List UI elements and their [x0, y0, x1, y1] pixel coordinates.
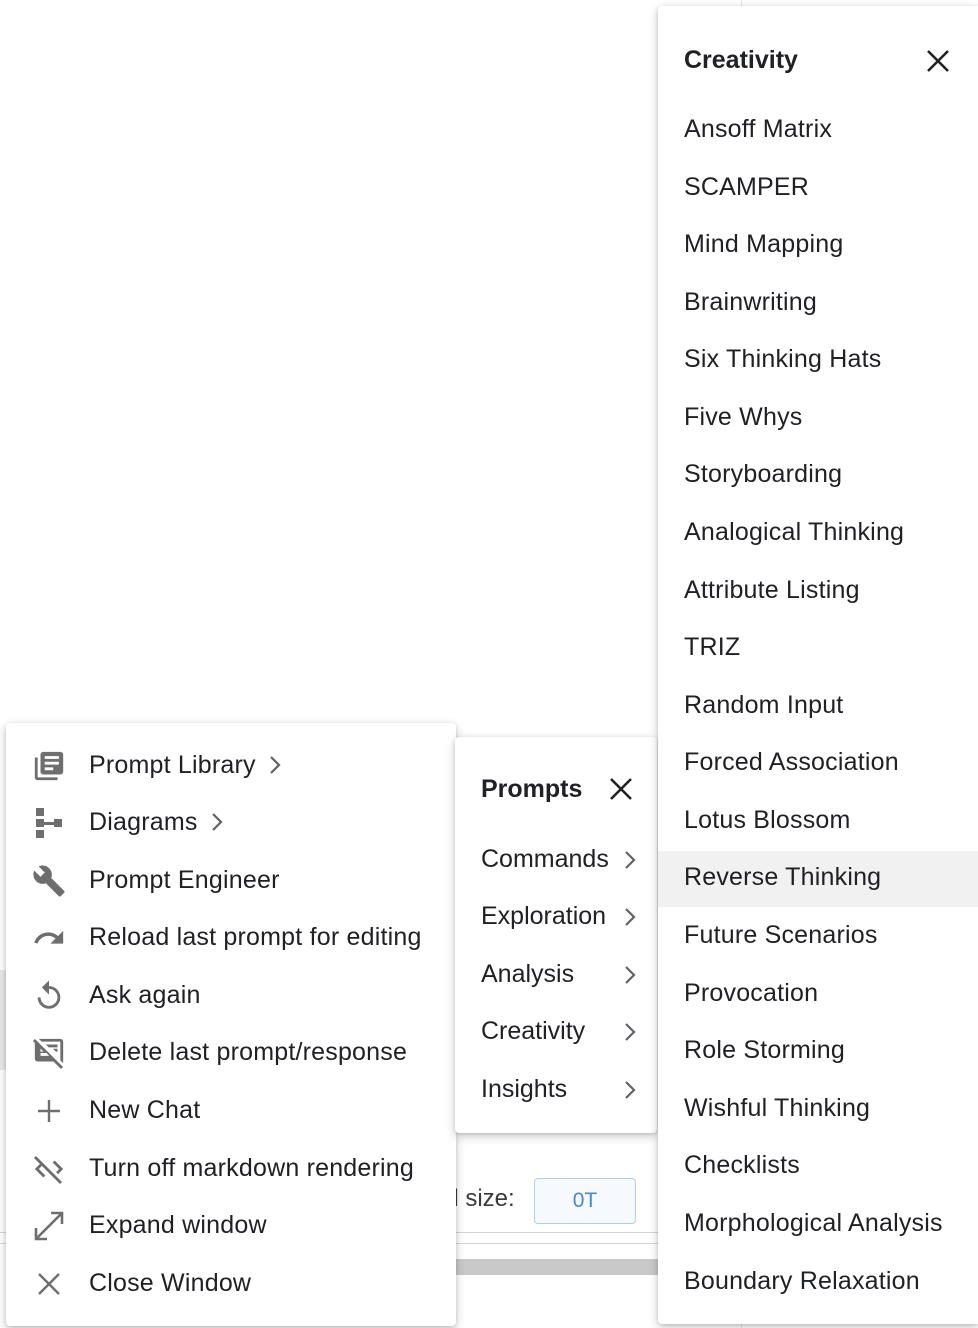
plus-icon	[32, 1094, 66, 1128]
creativity-item-label: TRIZ	[684, 633, 741, 661]
creativity-item[interactable]: Role Storming	[658, 1024, 978, 1080]
close-icon[interactable]	[926, 49, 950, 78]
creativity-item-label: Mind Mapping	[684, 230, 844, 258]
submenu-item-creativity[interactable]: Creativity	[455, 1005, 657, 1061]
creativity-item-label: Lotus Blossom	[684, 806, 851, 834]
creativity-item-label: Reverse Thinking	[684, 863, 882, 891]
creativity-item[interactable]: TRIZ	[658, 621, 978, 677]
creativity-item[interactable]: Attribute Listing	[658, 564, 978, 620]
refresh-icon	[32, 979, 66, 1013]
creativity-item[interactable]: SCAMPER	[658, 161, 978, 217]
submenu-item-label: Analysis	[481, 960, 575, 988]
creativity-item[interactable]: Morphological Analysis	[658, 1197, 978, 1253]
creativity-item-label: Forced Association	[684, 748, 899, 776]
creativity-item-label: Brainwriting	[684, 288, 818, 316]
creativity-item[interactable]: Forced Association	[658, 736, 978, 792]
account-tree-icon	[32, 806, 66, 840]
redo-icon	[32, 921, 66, 955]
creativity-item-label: Role Storming	[684, 1036, 845, 1064]
creativity-item-label: Six Thinking Hats	[684, 345, 882, 373]
comment-off-icon	[32, 1036, 66, 1070]
chevron-right-icon	[625, 908, 636, 926]
wrench-icon	[32, 864, 66, 898]
creativity-item[interactable]: Random Input	[658, 679, 978, 735]
creativity-item[interactable]: Five Whys	[658, 391, 978, 447]
menu-item-ask-again[interactable]: Ask again	[6, 967, 456, 1023]
menu-item-label: Turn off markdown rendering	[89, 1153, 415, 1182]
creativity-item[interactable]: Lotus Blossom	[658, 794, 978, 850]
creativity-submenu: Creativity Ansoff Matrix SCAMPER Mind Ma…	[658, 6, 978, 1324]
menu-item-expand-window[interactable]: Expand window	[6, 1197, 456, 1253]
submenu-title: Prompts	[481, 775, 583, 803]
chat-context-menu: Prompt Library Diagrams Prompt Engineer …	[6, 723, 456, 1326]
chevron-right-icon	[625, 1081, 636, 1099]
menu-item-delete-last[interactable]: Delete last prompt/response	[6, 1024, 456, 1080]
code-off-icon	[32, 1152, 66, 1186]
library-books-icon	[32, 749, 66, 783]
submenu-item-analysis[interactable]: Analysis	[455, 948, 657, 1004]
menu-item-toggle-markdown[interactable]: Turn off markdown rendering	[6, 1140, 456, 1196]
menu-item-reload-last-prompt[interactable]: Reload last prompt for editing	[6, 909, 456, 965]
expand-arrows-icon	[32, 1209, 66, 1243]
chevron-right-icon	[625, 1023, 636, 1041]
creativity-item[interactable]: Provocation	[658, 967, 978, 1023]
creativity-item-label: Ansoff Matrix	[684, 115, 833, 143]
menu-item-diagrams[interactable]: Diagrams	[6, 794, 456, 850]
submenu-item-label: Insights	[481, 1075, 568, 1103]
menu-item-label: Prompt Library	[89, 750, 256, 779]
menu-item-prompt-engineer[interactable]: Prompt Engineer	[6, 852, 456, 908]
creativity-item-label: Storyboarding	[684, 460, 843, 488]
submenu-item-commands[interactable]: Commands	[455, 833, 657, 889]
creativity-item[interactable]: Mind Mapping	[658, 218, 978, 274]
creativity-item[interactable]: Wishful Thinking	[658, 1082, 978, 1138]
close-icon[interactable]	[609, 777, 633, 806]
menu-item-label: Ask again	[89, 980, 201, 1009]
menu-item-label: Prompt Engineer	[89, 865, 280, 894]
creativity-item-label: Attribute Listing	[684, 576, 860, 604]
creativity-item-label: SCAMPER	[684, 173, 810, 201]
creativity-item-label: Five Whys	[684, 403, 803, 431]
creativity-item[interactable]: Checklists	[658, 1139, 978, 1195]
prompts-submenu: Prompts Commands Exploration Analysis Cr…	[455, 737, 657, 1133]
creativity-item-label: Wishful Thinking	[684, 1094, 871, 1122]
menu-item-new-chat[interactable]: New Chat	[6, 1082, 456, 1138]
creativity-item-label: Analogical Thinking	[684, 518, 905, 546]
chevron-right-icon	[625, 851, 636, 869]
creativity-item[interactable]: Six Thinking Hats	[658, 333, 978, 389]
submenu-item-label: Commands	[481, 845, 609, 873]
creativity-item-highlighted[interactable]: Reverse Thinking	[658, 851, 978, 907]
creativity-item-label: Random Input	[684, 691, 844, 719]
submenu-title: Creativity	[684, 46, 798, 74]
creativity-item[interactable]: Ansoff Matrix	[658, 103, 978, 159]
creativity-item-label: Morphological Analysis	[684, 1209, 943, 1237]
creativity-item-label: Provocation	[684, 979, 819, 1007]
creativity-item-label: Future Scenarios	[684, 921, 878, 949]
close-icon	[32, 1267, 66, 1301]
chevron-right-icon	[269, 756, 281, 774]
menu-item-label: Reload last prompt for editing	[89, 922, 422, 951]
menu-item-label: Delete last prompt/response	[89, 1037, 408, 1066]
creativity-item[interactable]: Future Scenarios	[658, 909, 978, 965]
chevron-right-icon	[211, 813, 223, 831]
submenu-item-insights[interactable]: Insights	[455, 1063, 657, 1119]
total-size-field[interactable]: 0T	[534, 1178, 636, 1224]
creativity-item-label: Boundary Relaxation	[684, 1267, 920, 1295]
menu-item-label: Expand window	[89, 1210, 267, 1239]
submenu-item-label: Exploration	[481, 902, 607, 930]
menu-item-label: New Chat	[89, 1095, 201, 1124]
creativity-item[interactable]: Storyboarding	[658, 448, 978, 504]
creativity-item[interactable]: Boundary Relaxation	[658, 1255, 978, 1311]
submenu-item-exploration[interactable]: Exploration	[455, 890, 657, 946]
menu-item-label: Diagrams	[89, 807, 198, 836]
creativity-item-label: Checklists	[684, 1151, 800, 1179]
menu-item-prompt-library[interactable]: Prompt Library	[6, 737, 456, 793]
submenu-item-label: Creativity	[481, 1017, 586, 1045]
menu-item-label: Close Window	[89, 1268, 252, 1297]
horizontal-scrollbar[interactable]	[450, 1259, 665, 1275]
creativity-item[interactable]: Analogical Thinking	[658, 506, 978, 562]
chevron-right-icon	[625, 966, 636, 984]
creativity-item[interactable]: Brainwriting	[658, 276, 978, 332]
menu-item-close-window[interactable]: Close Window	[6, 1255, 456, 1311]
